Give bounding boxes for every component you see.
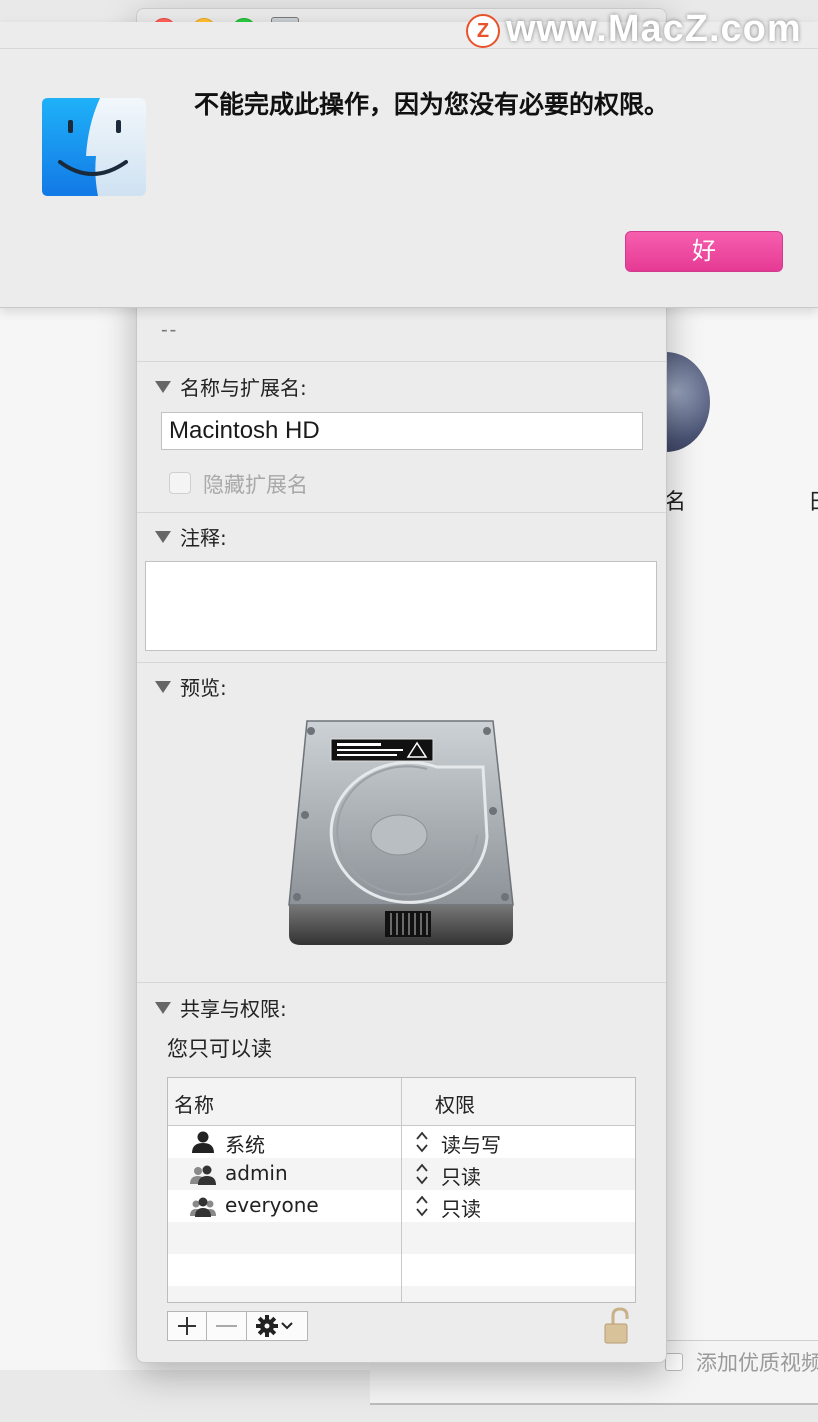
disclosure-triangle-icon	[155, 381, 171, 393]
column-header-name[interactable]: 名称	[174, 1089, 214, 1118]
comments-textarea[interactable]	[145, 561, 657, 651]
watermark-text: www.MacZ.com	[506, 8, 802, 50]
remove-user-button[interactable]	[206, 1311, 247, 1341]
section-title: 名称与扩展名:	[180, 376, 307, 400]
section-title: 共享与权限:	[180, 997, 287, 1021]
background-checkbox-label: 添加优质视频	[696, 1351, 818, 1375]
internal-hard-disk-icon	[288, 720, 514, 945]
name-field[interactable]: Macintosh HD	[161, 412, 643, 450]
updown-chevron-icon[interactable]	[415, 1194, 429, 1218]
gear-icon	[256, 1315, 293, 1337]
name-extension-header[interactable]: 名称与扩展名:	[155, 372, 307, 401]
sharing-permissions-header[interactable]: 共享与权限:	[155, 993, 287, 1022]
user-name: admin	[225, 1161, 288, 1185]
hide-extension-checkbox[interactable]	[169, 472, 191, 494]
alert-sheet: 不能完成此操作，因为您没有必要的权限。 好	[0, 22, 818, 308]
background-checkbox[interactable]	[665, 1353, 683, 1371]
group-icon	[190, 1165, 216, 1185]
network-globe-icon	[666, 352, 710, 452]
disclosure-triangle-icon	[155, 531, 171, 543]
background-column-label: 日	[808, 484, 818, 516]
lock-open-icon[interactable]	[603, 1307, 633, 1345]
minus-icon	[216, 1325, 237, 1327]
updown-chevron-icon[interactable]	[415, 1162, 429, 1186]
user-name: 系统	[225, 1133, 265, 1157]
summary-placeholder: --	[161, 319, 179, 341]
group-everyone-icon	[190, 1197, 216, 1217]
finder-icon	[42, 98, 146, 196]
privilege-select[interactable]: 读与写	[441, 1129, 501, 1158]
column-header-privilege[interactable]: 权限	[435, 1089, 475, 1118]
permissions-table: 名称 权限 系统 读与写 admin 只读 everyone 只读	[167, 1077, 636, 1303]
background-column-label: 名	[664, 490, 687, 515]
comments-header[interactable]: 注释:	[155, 522, 227, 551]
updown-chevron-icon[interactable]	[415, 1130, 429, 1154]
alert-message: 不能完成此操作，因为您没有必要的权限。	[194, 90, 670, 119]
hide-extension-label: 隐藏扩展名	[203, 473, 308, 497]
column-divider	[401, 1078, 402, 1302]
section-title: 注释:	[180, 526, 227, 550]
user-name: everyone	[225, 1193, 319, 1217]
plus-icon	[178, 1317, 196, 1335]
disclosure-triangle-icon	[155, 681, 171, 693]
privilege-select[interactable]: 只读	[441, 1161, 481, 1190]
privilege-select[interactable]: 只读	[441, 1193, 481, 1222]
disclosure-triangle-icon	[155, 1002, 171, 1014]
add-user-button[interactable]	[167, 1311, 207, 1341]
watermark-badge: Z	[466, 14, 500, 48]
action-menu-button[interactable]	[246, 1311, 308, 1341]
preview-header[interactable]: 预览:	[155, 672, 227, 701]
section-title: 预览:	[180, 676, 227, 700]
single-user-icon	[192, 1131, 214, 1153]
ok-button[interactable]: 好	[625, 231, 783, 272]
permission-note: 您只可以读	[167, 1037, 272, 1061]
